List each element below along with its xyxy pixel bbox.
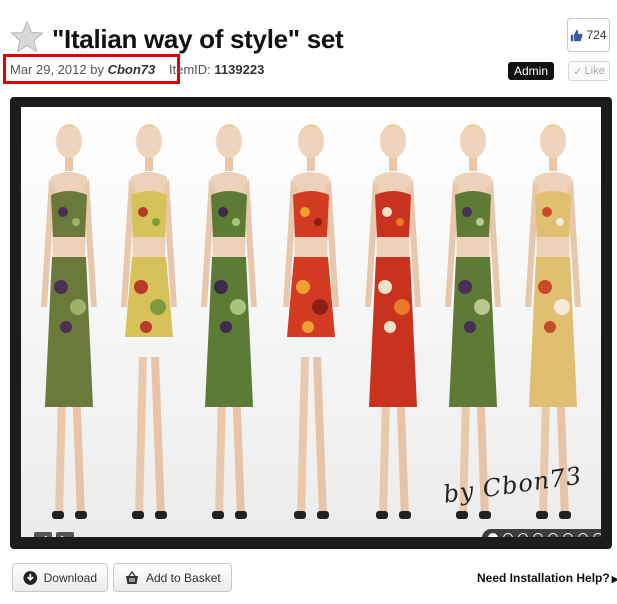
basket-label: Add to Basket [146,570,221,585]
caret-right-icon: ▶ [611,574,617,584]
like-count-box: 724 [567,18,610,52]
author-link[interactable]: Cbon73 [108,62,156,77]
star-icon[interactable] [10,20,44,54]
slide-dot[interactable] [488,533,498,537]
check-icon: ✓ [573,65,583,78]
help-label: Need Installation Help? [477,571,610,585]
slide-dot[interactable] [518,533,528,537]
next-arrow-icon[interactable]: ▶ [56,532,74,537]
like-button[interactable]: ✓ Like [568,61,610,81]
basket-icon [126,570,138,584]
slide-dots [482,529,601,537]
slide-dot[interactable] [563,533,573,537]
prev-arrow-icon[interactable]: ◀ [34,532,52,537]
image-gallery: by Cbon73 ◀ ▶ [10,97,612,549]
item-meta: Mar 29, 2012 by Cbon73 ItemID: 1139223 [10,62,264,77]
slide-dot[interactable] [578,533,588,537]
itemid-label: ItemID: [168,62,211,77]
like-count: 724 [586,28,607,42]
gallery-nav: ◀ ▶ [34,532,74,537]
preview-image[interactable]: by Cbon73 ◀ ▶ [21,107,601,537]
slide-dot[interactable] [533,533,543,537]
like-label: Like [584,65,605,77]
slide-dot[interactable] [548,533,558,537]
download-icon [23,570,38,585]
add-to-basket-button[interactable]: Add to Basket [113,563,232,592]
download-button[interactable]: Download [12,563,108,592]
itemid-value: 1139223 [214,62,265,77]
installation-help-link[interactable]: Need Installation Help? ▶ [477,571,617,585]
slide-dot[interactable] [503,533,513,537]
thumbs-up-icon [571,29,583,41]
page-title: "Italian way of style" set [52,24,344,54]
publish-date: Mar 29, 2012 [10,62,87,77]
slide-dot[interactable] [593,533,601,537]
admin-badge[interactable]: Admin [508,62,555,80]
by-label: by [90,62,104,77]
download-label: Download [43,570,97,585]
